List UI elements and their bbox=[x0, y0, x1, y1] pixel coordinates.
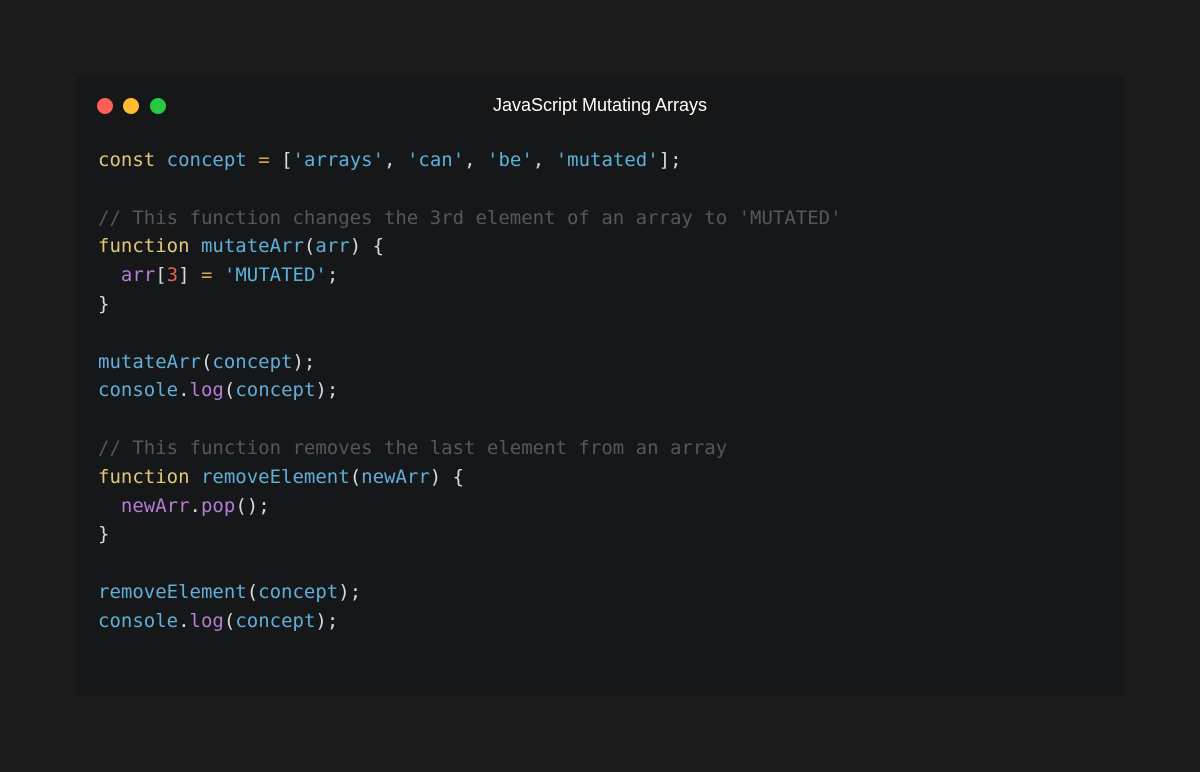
code-token: ]; bbox=[658, 149, 682, 171]
code-line: const concept = ['arrays', 'can', 'be', … bbox=[98, 146, 1098, 175]
code-token: // This function removes the last elemen… bbox=[98, 436, 728, 459]
window-titlebar: JavaScript Mutating Arrays bbox=[76, 76, 1124, 136]
code-token: ); bbox=[315, 379, 339, 402]
code-line: // This function changes the 3rd element… bbox=[98, 204, 1098, 233]
code-token: ); bbox=[315, 609, 339, 632]
code-token: ( bbox=[349, 465, 362, 488]
code-token: ( bbox=[223, 379, 236, 402]
code-token: // This function changes the 3rd element… bbox=[98, 206, 842, 229]
code-token: function bbox=[98, 465, 190, 488]
code-line: arr[3] = 'MUTATED'; bbox=[98, 261, 1098, 290]
code-token: ( bbox=[200, 350, 213, 373]
code-line: console.log(concept); bbox=[98, 607, 1098, 636]
code-token: newArr bbox=[120, 494, 190, 517]
code-token: 'mutated' bbox=[555, 149, 659, 171]
code-token: } bbox=[98, 523, 110, 546]
code-token: 'arrays' bbox=[292, 149, 385, 171]
code-token: 'MUTATED' bbox=[223, 264, 327, 287]
code-token: console bbox=[98, 609, 179, 632]
code-token: ; bbox=[326, 264, 339, 287]
code-token: concept bbox=[212, 350, 293, 373]
code-token: } bbox=[98, 292, 110, 315]
code-token: const bbox=[98, 149, 156, 171]
code-line: } bbox=[98, 290, 1098, 319]
code-token: , bbox=[384, 149, 407, 171]
code-token: function bbox=[98, 235, 190, 258]
code-token: ] bbox=[178, 264, 202, 287]
code-token: = bbox=[258, 149, 270, 171]
code-line: console.log(concept); bbox=[98, 376, 1098, 405]
code-token: concept bbox=[166, 149, 247, 171]
code-token: concept bbox=[235, 609, 316, 632]
code-token: ( bbox=[246, 580, 259, 603]
code-token: concept bbox=[235, 379, 316, 402]
code-token: concept bbox=[258, 580, 339, 603]
code-window: JavaScript Mutating Arrays const concept… bbox=[76, 76, 1124, 696]
code-token: arr bbox=[315, 235, 350, 258]
code-token: = bbox=[201, 264, 213, 287]
code-token: 'can' bbox=[406, 149, 465, 171]
code-token: 3 bbox=[166, 264, 179, 287]
code-token: ( bbox=[223, 609, 236, 632]
code-token: . bbox=[189, 494, 201, 517]
code-line: newArr.pop(); bbox=[98, 492, 1098, 521]
code-token: , bbox=[464, 149, 488, 171]
code-token: mutateArr bbox=[200, 235, 304, 258]
code-line: function removeElement(newArr) { bbox=[98, 463, 1098, 492]
code-token: newArr bbox=[361, 465, 430, 488]
code-token: removeElement bbox=[98, 580, 247, 603]
code-token: ) { bbox=[429, 465, 465, 488]
code-line: removeElement(concept); bbox=[98, 578, 1098, 607]
code-token: . bbox=[178, 609, 190, 632]
code-token: log bbox=[189, 379, 224, 402]
code-token: ); bbox=[292, 350, 316, 373]
code-token: removeElement bbox=[200, 465, 350, 488]
code-token: pop bbox=[200, 494, 236, 517]
code-token: ) { bbox=[349, 235, 385, 258]
code-line: // This function removes the last elemen… bbox=[98, 434, 1098, 463]
window-title: JavaScript Mutating Arrays bbox=[492, 95, 708, 115]
code-line: mutateArr(concept); bbox=[98, 348, 1098, 377]
code-line: function mutateArr(arr) { bbox=[98, 232, 1098, 261]
code-token: (); bbox=[235, 494, 270, 517]
code-token: . bbox=[178, 379, 190, 402]
code-token: 'be' bbox=[487, 149, 533, 171]
code-token: console bbox=[98, 379, 179, 402]
code-token: , bbox=[532, 149, 556, 171]
code-token: arr bbox=[120, 264, 156, 287]
code-token: ( bbox=[303, 235, 316, 258]
code-editor[interactable]: const concept = ['arrays', 'can', 'be', … bbox=[98, 146, 1098, 636]
code-line: } bbox=[98, 520, 1098, 549]
code-token: ); bbox=[338, 580, 362, 603]
code-token: log bbox=[189, 609, 224, 632]
code-token: mutateArr bbox=[98, 350, 201, 373]
code-token: [ bbox=[155, 264, 167, 287]
code-token: [ bbox=[269, 149, 293, 171]
